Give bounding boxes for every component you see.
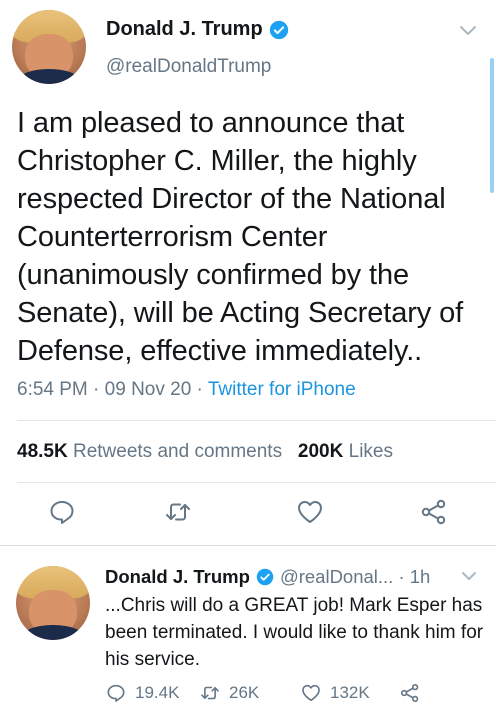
avatar[interactable] [16,566,90,640]
tweet-text: ...Chris will do a GREAT job! Mark Esper… [105,595,484,670]
retweet-icon [201,686,219,700]
like-button[interactable]: 132K [300,682,370,704]
tweet-actions: 19.4K 26K 132K [105,682,485,708]
share-button[interactable] [399,682,429,704]
meta-separator: · [87,379,105,400]
like-icon [302,684,320,702]
retweet-button[interactable]: 26K [199,682,259,704]
retweet-icon[interactable] [163,497,193,527]
share-icon[interactable] [419,497,449,527]
main-tweet: Donald J. Trump @realDonaldTrump I am pl… [0,0,496,545]
display-name[interactable]: Donald J. Trump [106,18,263,41]
divider [17,482,496,483]
avatar[interactable] [12,10,86,84]
chevron-down-icon[interactable] [460,570,478,582]
author-name-row[interactable]: Donald J. Trump [106,18,289,41]
tweet-actions [0,497,496,537]
author-handle[interactable]: @realDonaldTrump [106,56,271,78]
author-handle[interactable]: @realDonal... [280,566,393,588]
share-icon [400,683,419,703]
tweet-time: · 1h [398,566,431,587]
likes-count[interactable]: 200K [298,441,343,462]
tweet-stats: 48.5K Retweets and comments 200K Likes [17,441,393,463]
display-name[interactable]: Donald J. Trump [105,566,250,588]
tweet-date: 09 Nov 20 [104,379,192,400]
like-icon[interactable] [295,497,325,527]
reply-icon[interactable] [47,497,77,527]
tweet-text: I am pleased to announce that Christophe… [17,107,464,367]
reply-icon [107,684,125,702]
divider [17,420,496,421]
retweets-label[interactable]: Retweets and comments [73,441,282,462]
verified-badge-icon [269,20,288,39]
thread-tweet[interactable]: Donald J. Trump @realDonal... · 1h ...Ch… [0,546,496,720]
verified-badge-icon [256,568,274,586]
thread-tweet-header: Donald J. Trump @realDonal... · 1h [105,566,430,588]
tweet-source-link[interactable]: Twitter for iPhone [208,379,356,400]
retweet-count: 26K [229,683,260,702]
likes-label[interactable]: Likes [349,441,393,462]
chevron-down-icon[interactable] [458,24,478,38]
tweet-meta: 6:54 PM · 09 Nov 20 · Twitter for iPhone [17,379,356,401]
tweet-time: 6:54 PM [17,379,88,400]
retweets-count[interactable]: 48.5K [17,441,68,462]
meta-separator: · [191,379,208,400]
reply-button[interactable]: 19.4K [105,682,179,704]
like-count: 132K [330,683,370,702]
reply-count: 19.4K [135,683,180,702]
